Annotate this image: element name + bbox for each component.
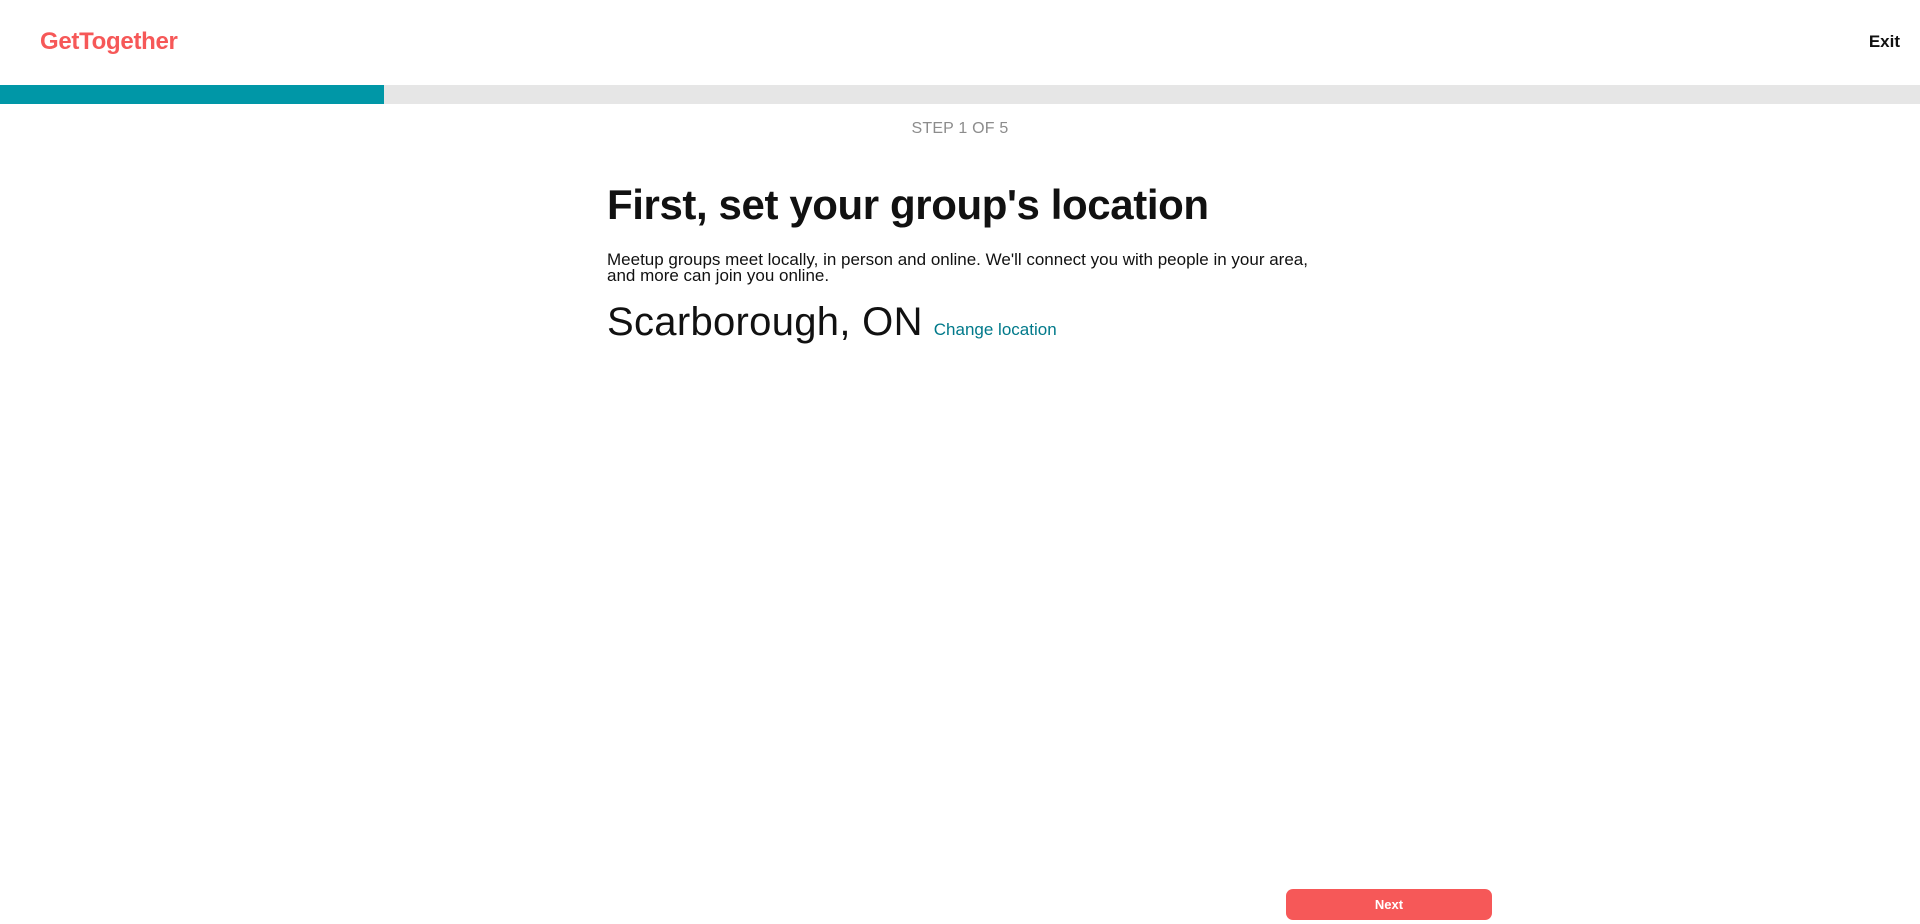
step-indicator: STEP 1 OF 5 (911, 120, 1009, 137)
exit-link[interactable]: Exit (1869, 30, 1900, 54)
location-row: Scarborough, ON Change location (607, 298, 1327, 346)
logo[interactable]: GetTogether (40, 26, 178, 58)
progress-bar-fill (0, 85, 384, 104)
progress-bar (0, 85, 1920, 104)
page: GetTogether Exit STEP 1 OF 5 First, set … (0, 0, 1920, 924)
next-button[interactable]: Next (1286, 889, 1492, 920)
top-header: GetTogether Exit (0, 0, 1920, 85)
change-location-link[interactable]: Change location (934, 319, 1057, 341)
current-location: Scarborough, ON (607, 300, 923, 344)
page-description: Meetup groups meet locally, in person an… (607, 250, 1308, 285)
page-title: First, set your group's location (607, 181, 1209, 228)
main-content: First, set your group's location Meetup … (607, 175, 1327, 346)
